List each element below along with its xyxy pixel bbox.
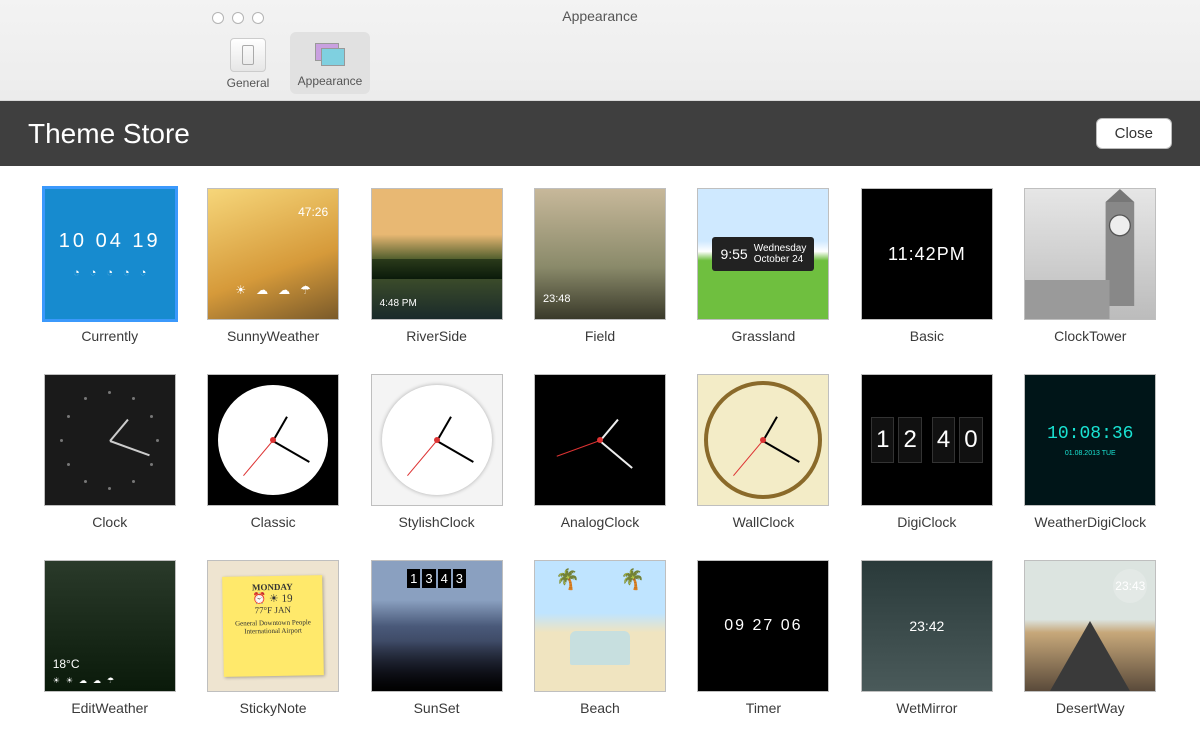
theme-thumbnail: 4:48 PM	[371, 188, 503, 320]
theme-tile-wallclock[interactable]: WallClock	[690, 374, 837, 530]
theme-label: StylishClock	[363, 514, 510, 530]
theme-thumbnail	[1024, 188, 1156, 320]
theme-grid: 10 04 19◔◔◔◔◔ Currently 47:26☀☁☁☂ SunnyWeat…	[36, 188, 1164, 716]
day-text: Wednesday	[754, 243, 807, 254]
theme-label: Grassland	[690, 328, 837, 344]
theme-thumbnail: 10 04 19◔◔◔◔◔	[44, 188, 176, 320]
date-text: 01.08.2013 TUE	[1065, 450, 1116, 457]
theme-tile-clock[interactable]: Clock	[36, 374, 183, 530]
temp-text: 18°C	[53, 657, 80, 671]
pref-tab-appearance[interactable]: Appearance	[290, 32, 370, 94]
theme-thumbnail: 1240	[861, 374, 993, 506]
theme-tile-beach[interactable]: 🌴🌴 Beach	[526, 560, 673, 716]
theme-thumbnail: 18°C☀☀☁☁☂	[44, 560, 176, 692]
theme-tile-classic[interactable]: Classic	[199, 374, 346, 530]
zoom-window-icon[interactable]	[252, 12, 264, 24]
theme-thumbnail: 10:08:36 01.08.2013 TUE	[1024, 374, 1156, 506]
theme-label: StickyNote	[199, 700, 346, 716]
pref-tab-general[interactable]: General	[208, 32, 288, 94]
date-text: October 24	[754, 254, 807, 265]
pref-tab-label: Appearance	[294, 74, 366, 88]
theme-thumbnail: MONDAY⏰ ☀ 1977°F JANGeneral Downtown Peo…	[207, 560, 339, 692]
theme-label: SunSet	[363, 700, 510, 716]
theme-grid-scroll[interactable]: 10 04 19◔◔◔◔◔ Currently 47:26☀☁☁☂ SunnyWeat…	[0, 166, 1200, 740]
theme-label: Field	[526, 328, 673, 344]
theme-tile-analogclock[interactable]: AnalogClock	[526, 374, 673, 530]
note-line: International Airport	[229, 626, 317, 636]
theme-label: WeatherDigiClock	[1017, 514, 1164, 530]
theme-thumbnail	[534, 374, 666, 506]
switch-icon	[230, 38, 266, 72]
theme-thumbnail	[697, 374, 829, 506]
preferences-toolbar: Appearance General Appearance	[0, 0, 1200, 101]
theme-thumbnail	[371, 374, 503, 506]
theme-thumbnail: 47:26☀☁☁☂	[207, 188, 339, 320]
theme-tile-stickynote[interactable]: MONDAY⏰ ☀ 1977°F JANGeneral Downtown Peo…	[199, 560, 346, 716]
note-temp: 77°F JAN	[229, 604, 317, 616]
theme-label: DesertWay	[1017, 700, 1164, 716]
theme-store-bar: Theme Store Close	[0, 101, 1200, 166]
time-text: 10:08:36	[1047, 424, 1133, 444]
theme-label: WallClock	[690, 514, 837, 530]
theme-tile-stylishclock[interactable]: StylishClock	[363, 374, 510, 530]
time-text: 47:26	[298, 205, 328, 219]
time-text: 10 04 19	[59, 230, 161, 253]
time-text: 23:42	[909, 618, 944, 634]
theme-thumbnail	[44, 374, 176, 506]
theme-tile-grassland[interactable]: 9:55 WednesdayOctober 24 Grassland	[690, 188, 837, 344]
time-text: 23:43	[1113, 569, 1147, 603]
theme-label: AnalogClock	[526, 514, 673, 530]
time-text: 11:42PM	[888, 244, 966, 265]
theme-thumbnail: 1343	[371, 560, 503, 692]
theme-thumbnail: 23:43	[1024, 560, 1156, 692]
theme-tile-weatherdigiclock[interactable]: 10:08:36 01.08.2013 TUE WeatherDigiClock	[1017, 374, 1164, 530]
theme-label: Currently	[36, 328, 183, 344]
theme-label: RiverSide	[363, 328, 510, 344]
window-title: Appearance	[200, 0, 1000, 24]
close-button[interactable]: Close	[1096, 118, 1172, 149]
theme-thumbnail: 🌴🌴	[534, 560, 666, 692]
page-title: Theme Store	[28, 118, 190, 150]
time-text: 9:55	[720, 246, 747, 262]
theme-tile-basic[interactable]: 11:42PM Basic	[853, 188, 1000, 344]
theme-thumbnail: 23:48	[534, 188, 666, 320]
theme-thumbnail: 23:42	[861, 560, 993, 692]
theme-label: WetMirror	[853, 700, 1000, 716]
time-text: 4:48 PM	[380, 298, 417, 309]
theme-tile-sunnyweather[interactable]: 47:26☀☁☁☂ SunnyWeather	[199, 188, 346, 344]
pref-tab-label: General	[212, 76, 284, 90]
theme-label: Beach	[526, 700, 673, 716]
theme-label: DigiClock	[853, 514, 1000, 530]
theme-thumbnail: 09 27 06	[697, 560, 829, 692]
theme-thumbnail	[207, 374, 339, 506]
theme-label: ClockTower	[1017, 328, 1164, 344]
theme-tile-timer[interactable]: 09 27 06 Timer	[690, 560, 837, 716]
time-text: 23:48	[543, 293, 571, 305]
theme-tile-editweather[interactable]: 18°C☀☀☁☁☂ EditWeather	[36, 560, 183, 716]
theme-label: Timer	[690, 700, 837, 716]
theme-tile-riverside[interactable]: 4:48 PM RiverSide	[363, 188, 510, 344]
appearance-icon	[313, 38, 347, 70]
close-window-icon[interactable]	[212, 12, 224, 24]
minimize-window-icon[interactable]	[232, 12, 244, 24]
theme-tile-currently[interactable]: 10 04 19◔◔◔◔◔ Currently	[36, 188, 183, 344]
theme-thumbnail: 11:42PM	[861, 188, 993, 320]
time-text: 09 27 06	[724, 617, 802, 635]
theme-tile-desertway[interactable]: 23:43 DesertWay	[1017, 560, 1164, 716]
theme-label: Classic	[199, 514, 346, 530]
theme-label: Clock	[36, 514, 183, 530]
theme-label: EditWeather	[36, 700, 183, 716]
theme-label: SunnyWeather	[199, 328, 346, 344]
theme-tile-field[interactable]: 23:48 Field	[526, 188, 673, 344]
theme-tile-digiclock[interactable]: 1240 DigiClock	[853, 374, 1000, 530]
theme-tile-clocktower[interactable]: ClockTower	[1017, 188, 1164, 344]
theme-tile-sunset[interactable]: 1343 SunSet	[363, 560, 510, 716]
theme-tile-wetmirror[interactable]: 23:42 WetMirror	[853, 560, 1000, 716]
theme-label: Basic	[853, 328, 1000, 344]
window-controls	[212, 12, 264, 24]
theme-thumbnail: 9:55 WednesdayOctober 24	[697, 188, 829, 320]
